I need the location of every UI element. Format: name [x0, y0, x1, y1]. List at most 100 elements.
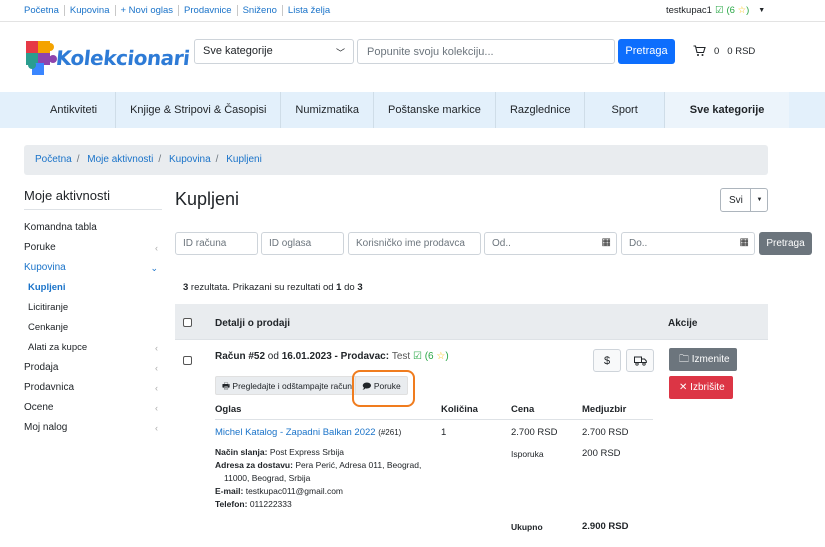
- sidebar-item-bought[interactable]: Kupljeni: [24, 278, 162, 298]
- printer-icon: 🖶: [222, 381, 231, 391]
- edit-button[interactable]: 🗀 Izmenite: [669, 348, 737, 371]
- delete-button[interactable]: ✕ Izbrišite: [669, 376, 733, 399]
- sidebar-item-ratings[interactable]: Ocene ‹: [24, 398, 162, 418]
- puzzle-logo-icon: [26, 41, 57, 75]
- buyer-phone: 011222333: [249, 499, 292, 509]
- caret-down-icon: ▼: [758, 7, 766, 14]
- total-amount: 2.900 RSD: [582, 521, 629, 532]
- cart-count: 0: [714, 45, 720, 57]
- col-sale-details: Detalji o prodaji: [215, 318, 291, 329]
- top-link-shops[interactable]: Prodavnice: [178, 5, 237, 16]
- filter-date-from[interactable]: Od.. ▦: [484, 232, 617, 255]
- filter-date-to[interactable]: Do.. ▦: [621, 232, 755, 255]
- top-link-wishlist[interactable]: Lista želja: [281, 5, 335, 16]
- buyer-email: testkupac011@gmail.com: [245, 486, 344, 496]
- col-actions: Akcije: [668, 318, 698, 329]
- shipping-button[interactable]: [626, 349, 654, 372]
- username: testkupac1: [666, 5, 712, 16]
- page-title: Kupljeni: [175, 189, 240, 209]
- filter-search-button[interactable]: Pretraga: [759, 232, 812, 255]
- nav-all-categories[interactable]: Sve kategorije: [664, 92, 790, 128]
- star-icon: ☆: [737, 5, 747, 16]
- nav-books[interactable]: Knjige & Stripovi & Časopisi: [116, 92, 282, 128]
- verified-icon: ☑: [412, 351, 422, 362]
- sidebar-item-buyer-tools[interactable]: Alati za kupce ‹: [24, 338, 162, 358]
- top-link-discounted[interactable]: Sniženo: [236, 5, 282, 16]
- nav-sport[interactable]: Sport: [585, 92, 665, 128]
- breadcrumb-bought[interactable]: Kupljeni: [226, 154, 262, 165]
- item-quantity: 1: [441, 427, 447, 438]
- sidebar-item-dashboard[interactable]: Komandna tabla: [24, 218, 162, 238]
- item-price: 2.700 RSD: [511, 427, 558, 438]
- nav-stamps[interactable]: Poštanske markice: [374, 92, 496, 128]
- chevron-left-icon: ‹: [155, 243, 158, 253]
- verified-icon: ☑: [714, 5, 724, 16]
- cart[interactable]: 0 0 RSD: [693, 45, 755, 57]
- search-input[interactable]: Popunite svoju kolekciju...: [357, 39, 615, 64]
- chevron-left-icon: ‹: [155, 363, 158, 373]
- calendar-icon: ▦: [739, 237, 749, 248]
- star-icon: ☆: [436, 351, 446, 362]
- top-bar: Početna Kupovina + Novi oglas Prodavnice…: [0, 0, 825, 22]
- item-row: Michel Katalog - Zapadni Balkan 2022 (#2…: [215, 427, 401, 438]
- item-link[interactable]: Michel Katalog - Zapadni Balkan 2022: [215, 427, 376, 438]
- category-select[interactable]: Sve kategorije ﹀: [194, 39, 354, 64]
- shipping-label: Isporuka: [511, 449, 544, 459]
- table-header: Detalji o prodaji Akcije: [175, 304, 768, 340]
- delivery-address-line1: Pera Perić, Adresa 011, Beograd,: [295, 460, 422, 470]
- category-select-value: Sve kategorije: [203, 45, 273, 57]
- logo[interactable]: Kolekcionari: [24, 38, 191, 78]
- dollar-icon: $: [603, 355, 611, 367]
- payment-button[interactable]: $: [593, 349, 621, 372]
- top-link-home[interactable]: Početna: [24, 5, 64, 16]
- chevron-left-icon: ‹: [155, 383, 158, 393]
- sidebar-item-bidding[interactable]: Licitiranje: [24, 298, 162, 318]
- view-filter-value: Svi: [729, 195, 743, 206]
- sidebar-item-haggling[interactable]: Cenkanje: [24, 318, 162, 338]
- cart-amount: 0 RSD: [727, 45, 756, 57]
- item-id: (#261): [378, 428, 402, 437]
- top-links: Početna Kupovina + Novi oglas Prodavnice…: [24, 5, 335, 16]
- folder-icon: 🗀: [679, 354, 689, 365]
- sidebar-title: Moje aktivnosti: [24, 188, 162, 210]
- chevron-left-icon: ‹: [155, 403, 158, 413]
- highlight-marker: [352, 370, 415, 407]
- breadcrumb-buying[interactable]: Kupovina: [169, 154, 211, 165]
- filter-seller[interactable]: Korisničko ime prodavca: [348, 232, 481, 255]
- delivery-method: Post Express Srbija: [269, 447, 344, 457]
- sidebar-item-account[interactable]: Moj nalog ‹: [24, 418, 162, 438]
- search-button[interactable]: Pretraga: [618, 39, 675, 64]
- chevron-left-icon: ‹: [155, 343, 158, 353]
- select-all-checkbox[interactable]: [183, 318, 192, 327]
- sidebar: Moje aktivnosti Komandna tabla Poruke ‹ K…: [24, 188, 162, 438]
- sidebar-item-messages[interactable]: Poruke ‹: [24, 238, 162, 258]
- filter-ad-id[interactable]: ID oglasa: [261, 232, 344, 255]
- sidebar-item-selling[interactable]: Prodaja ‹: [24, 358, 162, 378]
- order-header: Račun #52 od 16.01.2023 - Prodavac: Test…: [215, 351, 449, 362]
- user-menu[interactable]: testkupac1 ☑ (6 ☆) ▼: [666, 5, 765, 16]
- filter-invoice-id[interactable]: ID računa: [175, 232, 258, 255]
- cart-icon: [693, 45, 706, 56]
- item-subtotal: 2.700 RSD: [582, 427, 629, 438]
- print-invoice-button[interactable]: 🖶 Pregledajte i odštampajte račun: [215, 376, 359, 395]
- breadcrumb-home[interactable]: Početna: [35, 154, 72, 165]
- truck-icon: [633, 356, 647, 366]
- nav-postcards[interactable]: Razglednice: [496, 92, 586, 128]
- top-link-buying[interactable]: Kupovina: [63, 5, 115, 16]
- breadcrumb-activities[interactable]: Moje aktivnosti: [87, 154, 153, 165]
- shipping-details: Način slanja: Post Express Srbija Adresa…: [215, 446, 440, 511]
- nav-antiques[interactable]: Antikviteti: [24, 92, 117, 128]
- total-label: Ukupno: [511, 522, 543, 532]
- calendar-icon: ▦: [601, 237, 611, 248]
- top-link-new-ad[interactable]: + Novi oglas: [114, 5, 179, 16]
- col-quantity: Količina: [441, 404, 478, 415]
- results-summary: 3 rezultata. Prikazani su rezultati od 1…: [183, 282, 363, 293]
- nav-numismatics[interactable]: Numizmatika: [281, 92, 374, 128]
- row-checkbox[interactable]: [183, 356, 192, 365]
- order-date: 16.01.2023: [281, 351, 332, 362]
- breadcrumb: Početna / Moje aktivnosti / Kupovina / Kupl…: [24, 145, 768, 175]
- sidebar-item-buying[interactable]: Kupovina ⌄: [24, 258, 162, 278]
- sidebar-item-shop[interactable]: Prodavnica ‹: [24, 378, 162, 398]
- close-icon: ✕: [679, 382, 688, 393]
- view-filter-select[interactable]: Svi ▼: [720, 188, 768, 212]
